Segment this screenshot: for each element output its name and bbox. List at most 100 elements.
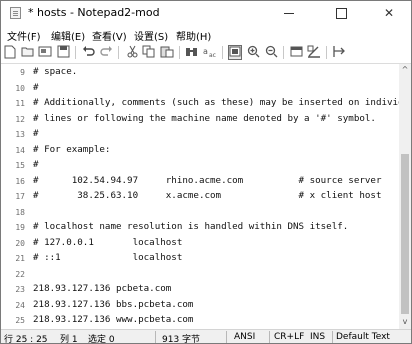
- editor-line: 15 #: [1, 158, 399, 173]
- editor-line: 14 # For example:: [1, 143, 399, 158]
- editor-line: 10 #: [1, 81, 399, 96]
- menu-view[interactable]: 查看(V): [92, 28, 127, 43]
- toolbar-separator: [75, 46, 76, 59]
- menu-edit[interactable]: 编辑(E): [51, 28, 85, 43]
- line-number: 19: [15, 223, 25, 232]
- cut-icon[interactable]: [125, 45, 139, 60]
- customize-icon[interactable]: [307, 45, 321, 60]
- editor-line: 12 # lines or following the machine name…: [1, 112, 399, 127]
- menu-file[interactable]: 文件(F): [7, 28, 41, 43]
- find-icon[interactable]: [185, 45, 199, 60]
- maximize-button[interactable]: [323, 1, 359, 25]
- close-button[interactable]: ✕: [371, 1, 407, 25]
- editor-line: 17 # 38.25.63.10 x.acme.com # x client h…: [1, 189, 399, 204]
- status-insert-mode[interactable]: INS: [310, 332, 325, 342]
- open-folder-icon[interactable]: [21, 45, 35, 60]
- word-wrap-icon[interactable]: [228, 45, 242, 60]
- toolbar: a ac: [1, 43, 411, 64]
- status-selection: 选定 0: [88, 335, 115, 344]
- copy-icon[interactable]: [142, 45, 156, 60]
- line-number: 25: [15, 316, 25, 325]
- line-text: 218.93.127.136 pcbeta.com: [33, 283, 172, 294]
- menu-bar: 文件(F) 编辑(E) 查看(V) 设置(S) 帮助(H): [1, 26, 411, 43]
- line-number: 15: [15, 161, 25, 170]
- line-text: # 38.25.63.10 x.acme.com # x client host: [33, 190, 382, 201]
- notepad-app-icon: [10, 7, 21, 19]
- line-text: 218.93.127.136 bbs.pcbeta.com: [33, 298, 194, 310]
- toolbar-separator: [118, 46, 119, 59]
- status-bar: 行 25 : 25 列 1 选定 0 913 字节 ANSI CR+LF INS…: [1, 329, 411, 344]
- line-text: #: [33, 81, 39, 93]
- line-number: 9: [20, 68, 25, 77]
- status-file-size: 913 字节: [162, 335, 201, 344]
- editor-line: 16 # 102.54.94.97 rhino.acme.com # sourc…: [1, 174, 399, 189]
- editor-line: 20 # 127.0.0.1 localhost: [1, 236, 399, 251]
- line-number: 17: [15, 192, 25, 201]
- browse-icon[interactable]: [38, 45, 52, 60]
- line-number: 24: [15, 300, 25, 310]
- status-separator: [226, 331, 227, 343]
- title-bar[interactable]: * hosts - Notepad2-mod ✕: [1, 1, 411, 25]
- line-text: # lines or following the machine name de…: [33, 112, 376, 124]
- line-number: 13: [15, 130, 25, 139]
- line-number: 22: [15, 269, 25, 279]
- save-icon[interactable]: [56, 45, 70, 60]
- undo-icon[interactable]: [81, 45, 95, 60]
- svg-text:a: a: [203, 47, 208, 56]
- zoom-in-icon[interactable]: [246, 45, 260, 60]
- svg-text:ac: ac: [209, 52, 216, 58]
- editor-line: 21 # ::1 localhost: [1, 251, 399, 266]
- line-text: # localhost name resolution is handled w…: [33, 221, 349, 232]
- status-line-endings[interactable]: CR+LF: [274, 332, 304, 342]
- schemes-icon[interactable]: [289, 45, 303, 60]
- toolbar-separator: [283, 46, 284, 59]
- line-number: 10: [15, 83, 25, 93]
- menu-help[interactable]: 帮助(H): [176, 28, 211, 43]
- replace-icon[interactable]: a ac: [203, 45, 217, 60]
- minimize-button[interactable]: [271, 1, 307, 25]
- line-text: # For example:: [33, 143, 111, 155]
- line-number: 11: [15, 99, 25, 108]
- toolbar-separator: [326, 46, 327, 59]
- line-number: 14: [15, 145, 25, 155]
- redo-icon[interactable]: [99, 45, 113, 60]
- editor-line: 9 # space.: [1, 65, 399, 80]
- line-text: # ::1 localhost: [33, 252, 183, 263]
- scroll-down-arrow-icon[interactable]: v: [399, 316, 411, 328]
- status-separator: [332, 331, 333, 343]
- editor-line: 19 # localhost name resolution is handle…: [1, 220, 399, 235]
- line-text: #: [33, 159, 39, 170]
- editor-line: 11 # Additionally, comments (such as the…: [1, 96, 399, 111]
- zoom-out-icon[interactable]: [264, 45, 278, 60]
- status-column: 列 1: [60, 335, 78, 344]
- notepad-window: * hosts - Notepad2-mod ✕ 文件(F) 编辑(E) 查看(…: [0, 0, 412, 344]
- status-scheme[interactable]: Default Text: [336, 332, 390, 342]
- line-text: 218.93.127.136 www.pcbeta.com: [33, 314, 194, 325]
- menu-settings[interactable]: 设置(S): [134, 28, 168, 43]
- line-text: # 102.54.94.97 rhino.acme.com # source s…: [33, 174, 382, 186]
- line-text: #: [33, 128, 39, 139]
- scroll-thumb[interactable]: [401, 154, 409, 314]
- editor-line: 24 218.93.127.136 bbs.pcbeta.com: [1, 298, 399, 313]
- status-encoding[interactable]: ANSI: [234, 332, 255, 342]
- toolbar-separator: [179, 46, 180, 59]
- toolbar-separator: [222, 46, 223, 59]
- new-file-icon[interactable]: [3, 45, 17, 60]
- window-title: * hosts - Notepad2-mod: [28, 6, 160, 19]
- scroll-up-arrow-icon[interactable]: ^: [399, 64, 411, 76]
- text-editor[interactable]: 9 # space. 10 # 11 # Additionally, comme…: [1, 64, 399, 329]
- vertical-scrollbar[interactable]: ^ v: [399, 64, 411, 329]
- status-separator: [269, 331, 270, 343]
- status-separator: [155, 331, 156, 343]
- line-number: 18: [15, 207, 25, 217]
- line-number: 16: [15, 176, 25, 186]
- status-line-position: 行 25 : 25: [4, 335, 48, 344]
- editor-line: 22: [1, 267, 399, 282]
- line-number: 20: [15, 238, 25, 248]
- line-text: # space.: [33, 66, 78, 77]
- line-number: 21: [15, 254, 25, 263]
- line-number: 12: [15, 114, 25, 124]
- exit-icon[interactable]: [332, 45, 346, 60]
- close-icon: ✕: [383, 6, 395, 20]
- paste-icon[interactable]: [160, 45, 174, 60]
